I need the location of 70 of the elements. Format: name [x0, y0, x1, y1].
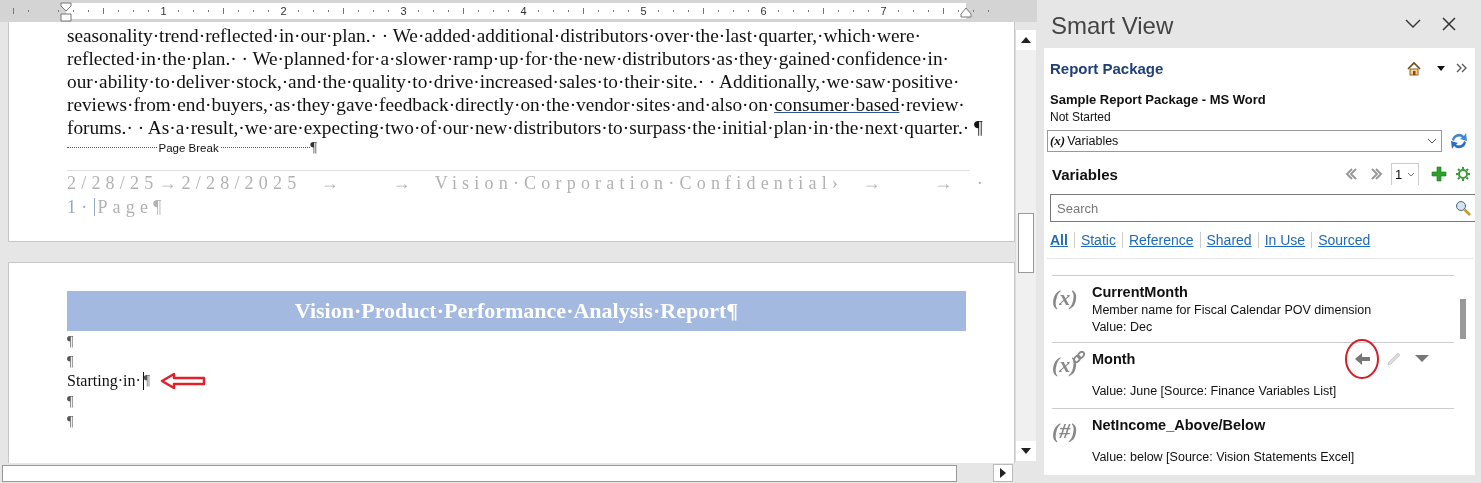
scroll-right-icon[interactable]: [999, 467, 1007, 479]
text-cursor: [94, 198, 96, 216]
variable-name: Month: [1092, 350, 1137, 367]
scrollbar-thumb[interactable]: [1460, 299, 1466, 339]
page-break-label: Page Break: [157, 141, 220, 154]
gear-icon[interactable]: [1455, 166, 1471, 182]
ruler-number: 3: [399, 4, 408, 19]
filter-tab[interactable]: In Use: [1258, 232, 1312, 248]
ruler-number: 4: [519, 4, 528, 19]
ruler-number: 5: [639, 4, 648, 19]
paragraph-mark: ¶: [67, 392, 75, 411]
variable-description: Member name for Fiscal Calendar POV dimension: [1092, 302, 1373, 319]
dropdown-caret-icon[interactable]: [1436, 64, 1446, 72]
page-number: 1·: [67, 196, 93, 219]
home-icon[interactable]: [1406, 60, 1422, 76]
package-name: Sample Report Package - MS Word: [1050, 92, 1267, 107]
next-page-icon[interactable]: [1370, 168, 1383, 180]
vertical-scrollbar[interactable]: [1015, 30, 1036, 461]
previous-page-icon[interactable]: [1345, 168, 1358, 180]
variable-value: Value: Dec: [1092, 319, 1154, 336]
variable-name: CurrentMonth: [1092, 284, 1189, 300]
filter-tab[interactable]: Reference: [1122, 232, 1200, 248]
horizontal-scrollbar[interactable]: [2, 464, 957, 482]
paragraph-mark: ¶: [143, 373, 151, 389]
variable-type-symbol: (x): [1052, 285, 1078, 311]
chevron-down-icon[interactable]: [1405, 19, 1421, 29]
scroll-up-icon[interactable]: [1020, 36, 1032, 44]
variable-item[interactable]: (x) Month Value: June [Source: Finance Variables List]: [1052, 341, 1454, 409]
filter-tab[interactable]: Sourced: [1312, 232, 1377, 248]
text-cursor: [142, 372, 144, 390]
search-field[interactable]: Search: [1050, 194, 1475, 222]
variable-name: NetIncome_Above/Below: [1092, 417, 1267, 434]
page-selector[interactable]: 1: [1391, 163, 1419, 185]
view-dropdown[interactable]: (x)Variables: [1047, 130, 1442, 152]
paragraph-mark: ¶: [67, 412, 75, 431]
close-icon[interactable]: [1442, 17, 1456, 31]
callout-circle: [1344, 337, 1380, 380]
filter-tab[interactable]: All: [1050, 232, 1074, 248]
ruler-number: 1: [159, 4, 168, 19]
variable-type-symbol: (#): [1052, 418, 1078, 445]
panel-title: Smart View: [1051, 11, 1175, 40]
variable-item[interactable]: (#) NetIncome_Above/Below Value: below [Source: Vision Statements Excel]: [1052, 408, 1454, 475]
variable-value: Value: below [Source: Vision Statements Excel]: [1092, 449, 1356, 467]
variable-value: Value: June [Source: Finance Variables List]: [1092, 382, 1338, 400]
plus-icon[interactable]: [1431, 166, 1447, 182]
body-paragraph: seasonality·trend·reflected·in·our·plan.· · We·added·additional·distributors·over·the·last·quarter,·which·were· reflected·in·the·plan.· · We·planned·for·a·slower·ramp·up·for·the·new·distributors·as·they·gained·confidence·in· our·ability·to·deliver·stock,·and·the·quality·to·drive·increased·sales·to·their·site.· · Additionally,·we·saw·positive· reviews·from·end·buyers,·as·they·gave·feedback·directly·on·the·vendor·sites·and·also·on·consumer·based·review· forums.· · As·a·result,·we·are·expecting·two·of·our·new·distributors·to·surpass·the·initial·plan·in·the·next·quarter.· ¶: [67, 24, 984, 139]
variable-type-symbol: (x): [1052, 351, 1078, 378]
ruler-number: 2: [279, 4, 288, 19]
paragraph-mark: ¶: [67, 352, 75, 371]
report-package-link[interactable]: Report Package: [1050, 59, 1406, 77]
variable-item[interactable]: (x) CurrentMonth Member name for Fiscal Calendar POV dimension Value: Dec: [1052, 275, 1454, 342]
double-chevron-icon[interactable]: [1456, 63, 1467, 73]
chevron-down-icon: [1427, 137, 1437, 145]
filter-tab[interactable]: Static: [1074, 232, 1122, 248]
ruler-number: 6: [759, 4, 768, 19]
scroll-down-icon[interactable]: [1020, 447, 1032, 455]
paragraph-mark: ¶: [310, 139, 317, 156]
variables-heading: Variables: [1052, 165, 1119, 183]
arrow-left-icon[interactable]: [1353, 350, 1371, 367]
filter-tab[interactable]: Shared: [1200, 232, 1258, 248]
package-status: Not Started: [1050, 110, 1112, 124]
body-text: Starting·in·: [67, 372, 141, 390]
paragraph-mark: ¶: [67, 332, 75, 351]
scrollbar-thumb[interactable]: [1018, 213, 1034, 273]
ruler[interactable]: 1 2 3 4 5 6 7: [0, 0, 1037, 22]
ruler-number: 7: [879, 4, 888, 19]
chevron-down-icon: [1407, 172, 1415, 177]
footer-text: 2/28/25→2/28/2025 → → Vision·Corporation·Confidential› → → ·: [67, 172, 989, 195]
report-title-banner: Vision·Product·Performance·Analysis·Report¶: [67, 291, 966, 331]
page-label: Page¶: [97, 196, 167, 219]
